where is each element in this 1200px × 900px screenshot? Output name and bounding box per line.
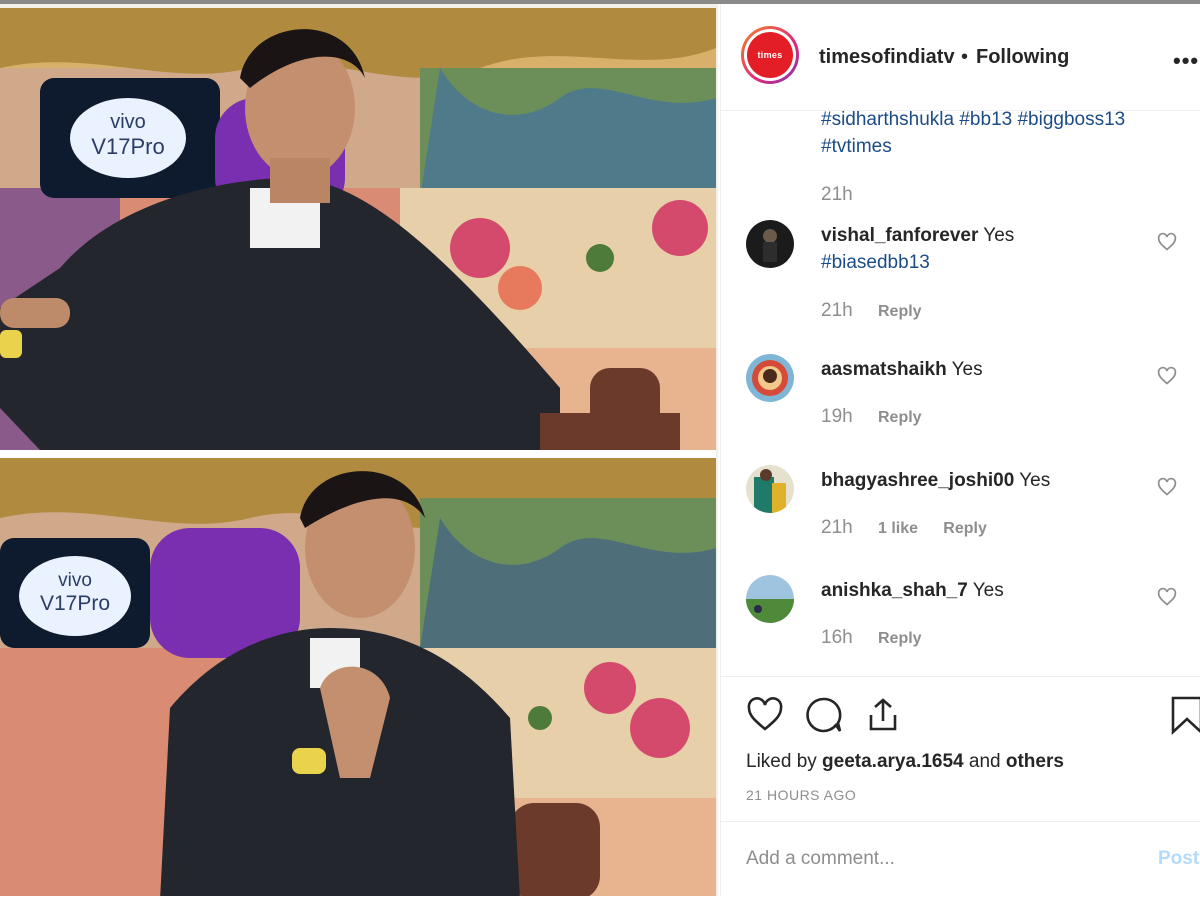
post-timestamp: 21 HOURS AGO (746, 787, 857, 803)
comment-item: anishka_shah_7 Yes 16h Reply (721, 575, 1200, 675)
reply-button[interactable]: Reply (878, 303, 922, 320)
liked-by-and: and (963, 751, 1006, 772)
commenter-username[interactable]: aasmatshaikh (821, 359, 947, 380)
comment-item: bhagyashree_joshi00 Yes 21h 1 like Reply (721, 465, 1200, 565)
post-actions: Liked by geeta.arya.1654 and others 21 H… (721, 676, 1200, 896)
author-username[interactable]: timesofindiatv (819, 46, 955, 69)
comment-item: aasmatshaikh Yes 19h Reply (721, 354, 1200, 454)
commenter-avatar[interactable] (746, 220, 794, 268)
commenter-avatar[interactable] (746, 575, 794, 623)
author-avatar-label: times (757, 50, 783, 60)
liked-by-user[interactable]: geeta.arya.1654 (822, 751, 964, 772)
comment-time: 21h (821, 300, 853, 321)
comment-item: vishal_fanforever Yes #biasedbb13 21h Re… (721, 220, 1200, 321)
commenter-username[interactable]: vishal_fanforever (821, 225, 978, 246)
commenter-avatar[interactable] (746, 354, 794, 402)
comment-like-heart-icon[interactable] (1157, 587, 1177, 607)
tv-brand-bottom: vivo (58, 570, 92, 591)
comment-like-heart-icon[interactable] (1157, 232, 1177, 252)
header-separator: • (961, 46, 969, 68)
reply-button[interactable]: Reply (943, 520, 987, 537)
media-frame-top: vivo V17Pro (0, 8, 716, 450)
liked-by-summary: Liked by geeta.arya.1654 and others (746, 751, 1064, 773)
caption-hashtags-line2[interactable]: #tvtimes (821, 133, 1181, 160)
like-heart-icon[interactable] (745, 695, 785, 735)
comment-like-heart-icon[interactable] (1157, 366, 1177, 386)
more-options-icon[interactable]: ••• (1173, 48, 1199, 74)
comment-text: Yes (972, 580, 1004, 601)
post-caption: #sidharthshukla #bb13 #biggboss13 #tvtim… (821, 106, 1181, 160)
add-comment-bar: Post (721, 821, 1200, 897)
comment-time: 19h (821, 406, 853, 427)
liked-by-others[interactable]: others (1006, 751, 1064, 772)
comment-like-count[interactable]: 1 like (878, 520, 918, 537)
commenter-username[interactable]: anishka_shah_7 (821, 580, 968, 601)
comment-bubble-icon[interactable] (804, 695, 844, 735)
comment-text: Yes (983, 225, 1015, 246)
post-header: times timesofindiatv • Following ••• (721, 4, 1200, 111)
bookmark-save-icon[interactable] (1167, 695, 1200, 735)
commenter-username[interactable]: bhagyashree_joshi00 (821, 470, 1014, 491)
liked-by-prefix: Liked by (746, 751, 823, 772)
author-avatar[interactable]: times (741, 26, 799, 84)
comment-text: Yes (1019, 470, 1051, 491)
media-frame-divider (0, 450, 716, 458)
caption-timestamp: 21h (821, 184, 853, 205)
comment-like-heart-icon[interactable] (1157, 477, 1177, 497)
reply-button[interactable]: Reply (878, 409, 922, 426)
reply-button[interactable]: Reply (878, 630, 922, 647)
tv-brand-top: vivo (110, 111, 146, 133)
post-comment-button[interactable]: Post (1158, 848, 1199, 870)
add-comment-input[interactable] (746, 848, 1126, 870)
comment-hashtag[interactable]: #biasedbb13 (821, 249, 1141, 276)
share-upload-icon[interactable] (863, 695, 903, 735)
caption-hashtags-line1[interactable]: #sidharthshukla #bb13 #biggboss13 (821, 106, 1181, 133)
post-side-panel: times timesofindiatv • Following ••• #si… (720, 4, 1200, 896)
comment-time: 21h (821, 517, 853, 538)
tv-model-bottom: V17Pro (40, 592, 110, 615)
following-button[interactable]: Following (976, 46, 1069, 69)
tv-model-top: V17Pro (91, 134, 164, 159)
media-frame-bottom: vivo V17Pro (0, 458, 716, 896)
post-media[interactable]: vivo V17Pro vivo V17Pro (0, 4, 718, 896)
comment-text: Yes (951, 359, 983, 380)
comment-time: 16h (821, 627, 853, 648)
commenter-avatar[interactable] (746, 465, 794, 513)
